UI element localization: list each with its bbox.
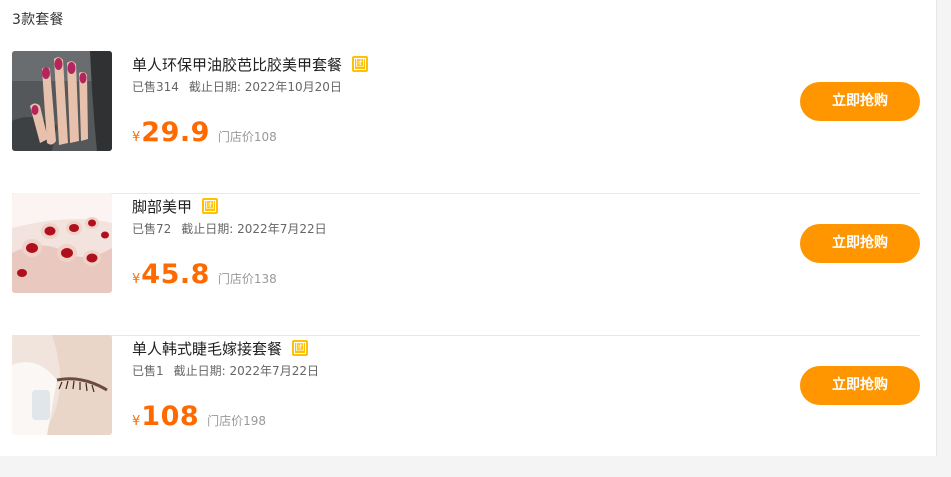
group-buy-badge-icon: 团: [202, 198, 219, 214]
deal-title-text[interactable]: 单人韩式睫毛嫁接套餐: [132, 340, 282, 358]
deal-list-panel: 3款套餐 单人环保甲油胶芭比胶美甲套餐 团 已售314 截止日期: 2022年1…: [0, 0, 937, 456]
deal-meta: 已售1 截止日期: 2022年7月22日: [132, 362, 319, 379]
deal-title[interactable]: 脚部美甲团: [132, 196, 219, 217]
sold-count: 已售72: [132, 222, 172, 236]
deadline-date: 2022年7月22日: [229, 364, 319, 378]
buy-now-button[interactable]: 立即抢购: [800, 366, 920, 405]
buy-now-button[interactable]: 立即抢购: [800, 224, 920, 263]
eyelash-photo[interactable]: [12, 335, 112, 435]
original-price: 门店价138: [217, 272, 277, 286]
currency-symbol: ¥: [132, 272, 141, 287]
deadline-label: 截止日期:: [173, 364, 226, 378]
deal-meta: 已售72 截止日期: 2022年7月22日: [132, 220, 327, 237]
deal-meta: 已售314 截止日期: 2022年10月20日: [132, 78, 342, 95]
badge-text: 团: [294, 342, 307, 354]
page-margin: [938, 0, 951, 463]
deal-title[interactable]: 单人韩式睫毛嫁接套餐团: [132, 338, 309, 359]
buy-now-button[interactable]: 立即抢购: [800, 82, 920, 121]
deal-item[interactable]: 单人环保甲油胶芭比胶美甲套餐团 已售314 截止日期: 2022年10月20日 ¥…: [12, 51, 920, 194]
group-buy-badge-icon: 团: [292, 340, 309, 356]
deadline-date: 2022年10月20日: [244, 80, 342, 94]
group-buy-badge-icon: 团: [352, 56, 369, 72]
price-block: ¥45.8 门店价138: [132, 259, 277, 290]
badge-text: 团: [354, 58, 367, 70]
pedicure-photo[interactable]: [12, 193, 112, 293]
deadline-label: 截止日期:: [181, 222, 234, 236]
deal-price: 108: [141, 401, 200, 432]
deal-price: 45.8: [141, 259, 210, 290]
currency-symbol: ¥: [132, 414, 141, 429]
deadline-date: 2022年7月22日: [237, 222, 327, 236]
deal-title[interactable]: 单人环保甲油胶芭比胶美甲套餐团: [132, 54, 369, 75]
deal-item[interactable]: 单人韩式睫毛嫁接套餐团 已售1 截止日期: 2022年7月22日 ¥108 门店价1…: [12, 335, 920, 477]
currency-symbol: ¥: [132, 130, 141, 145]
deal-title-text[interactable]: 脚部美甲: [132, 198, 192, 216]
deadline-label: 截止日期:: [188, 80, 241, 94]
sold-count: 已售314: [132, 80, 179, 94]
deal-title-text[interactable]: 单人环保甲油胶芭比胶美甲套餐: [132, 56, 342, 74]
price-block: ¥29.9 门店价108: [132, 117, 277, 148]
original-price: 门店价198: [207, 414, 267, 428]
nail-hand-photo[interactable]: [12, 51, 112, 151]
deal-count-heading: 3款套餐: [12, 12, 64, 28]
badge-text: 团: [204, 200, 217, 212]
original-price: 门店价108: [217, 130, 277, 144]
deal-price: 29.9: [141, 117, 210, 148]
sold-count: 已售1: [132, 364, 164, 378]
deal-item[interactable]: 脚部美甲团 已售72 截止日期: 2022年7月22日 ¥45.8 门店价138 立…: [12, 193, 920, 336]
price-block: ¥108 门店价198: [132, 401, 266, 432]
